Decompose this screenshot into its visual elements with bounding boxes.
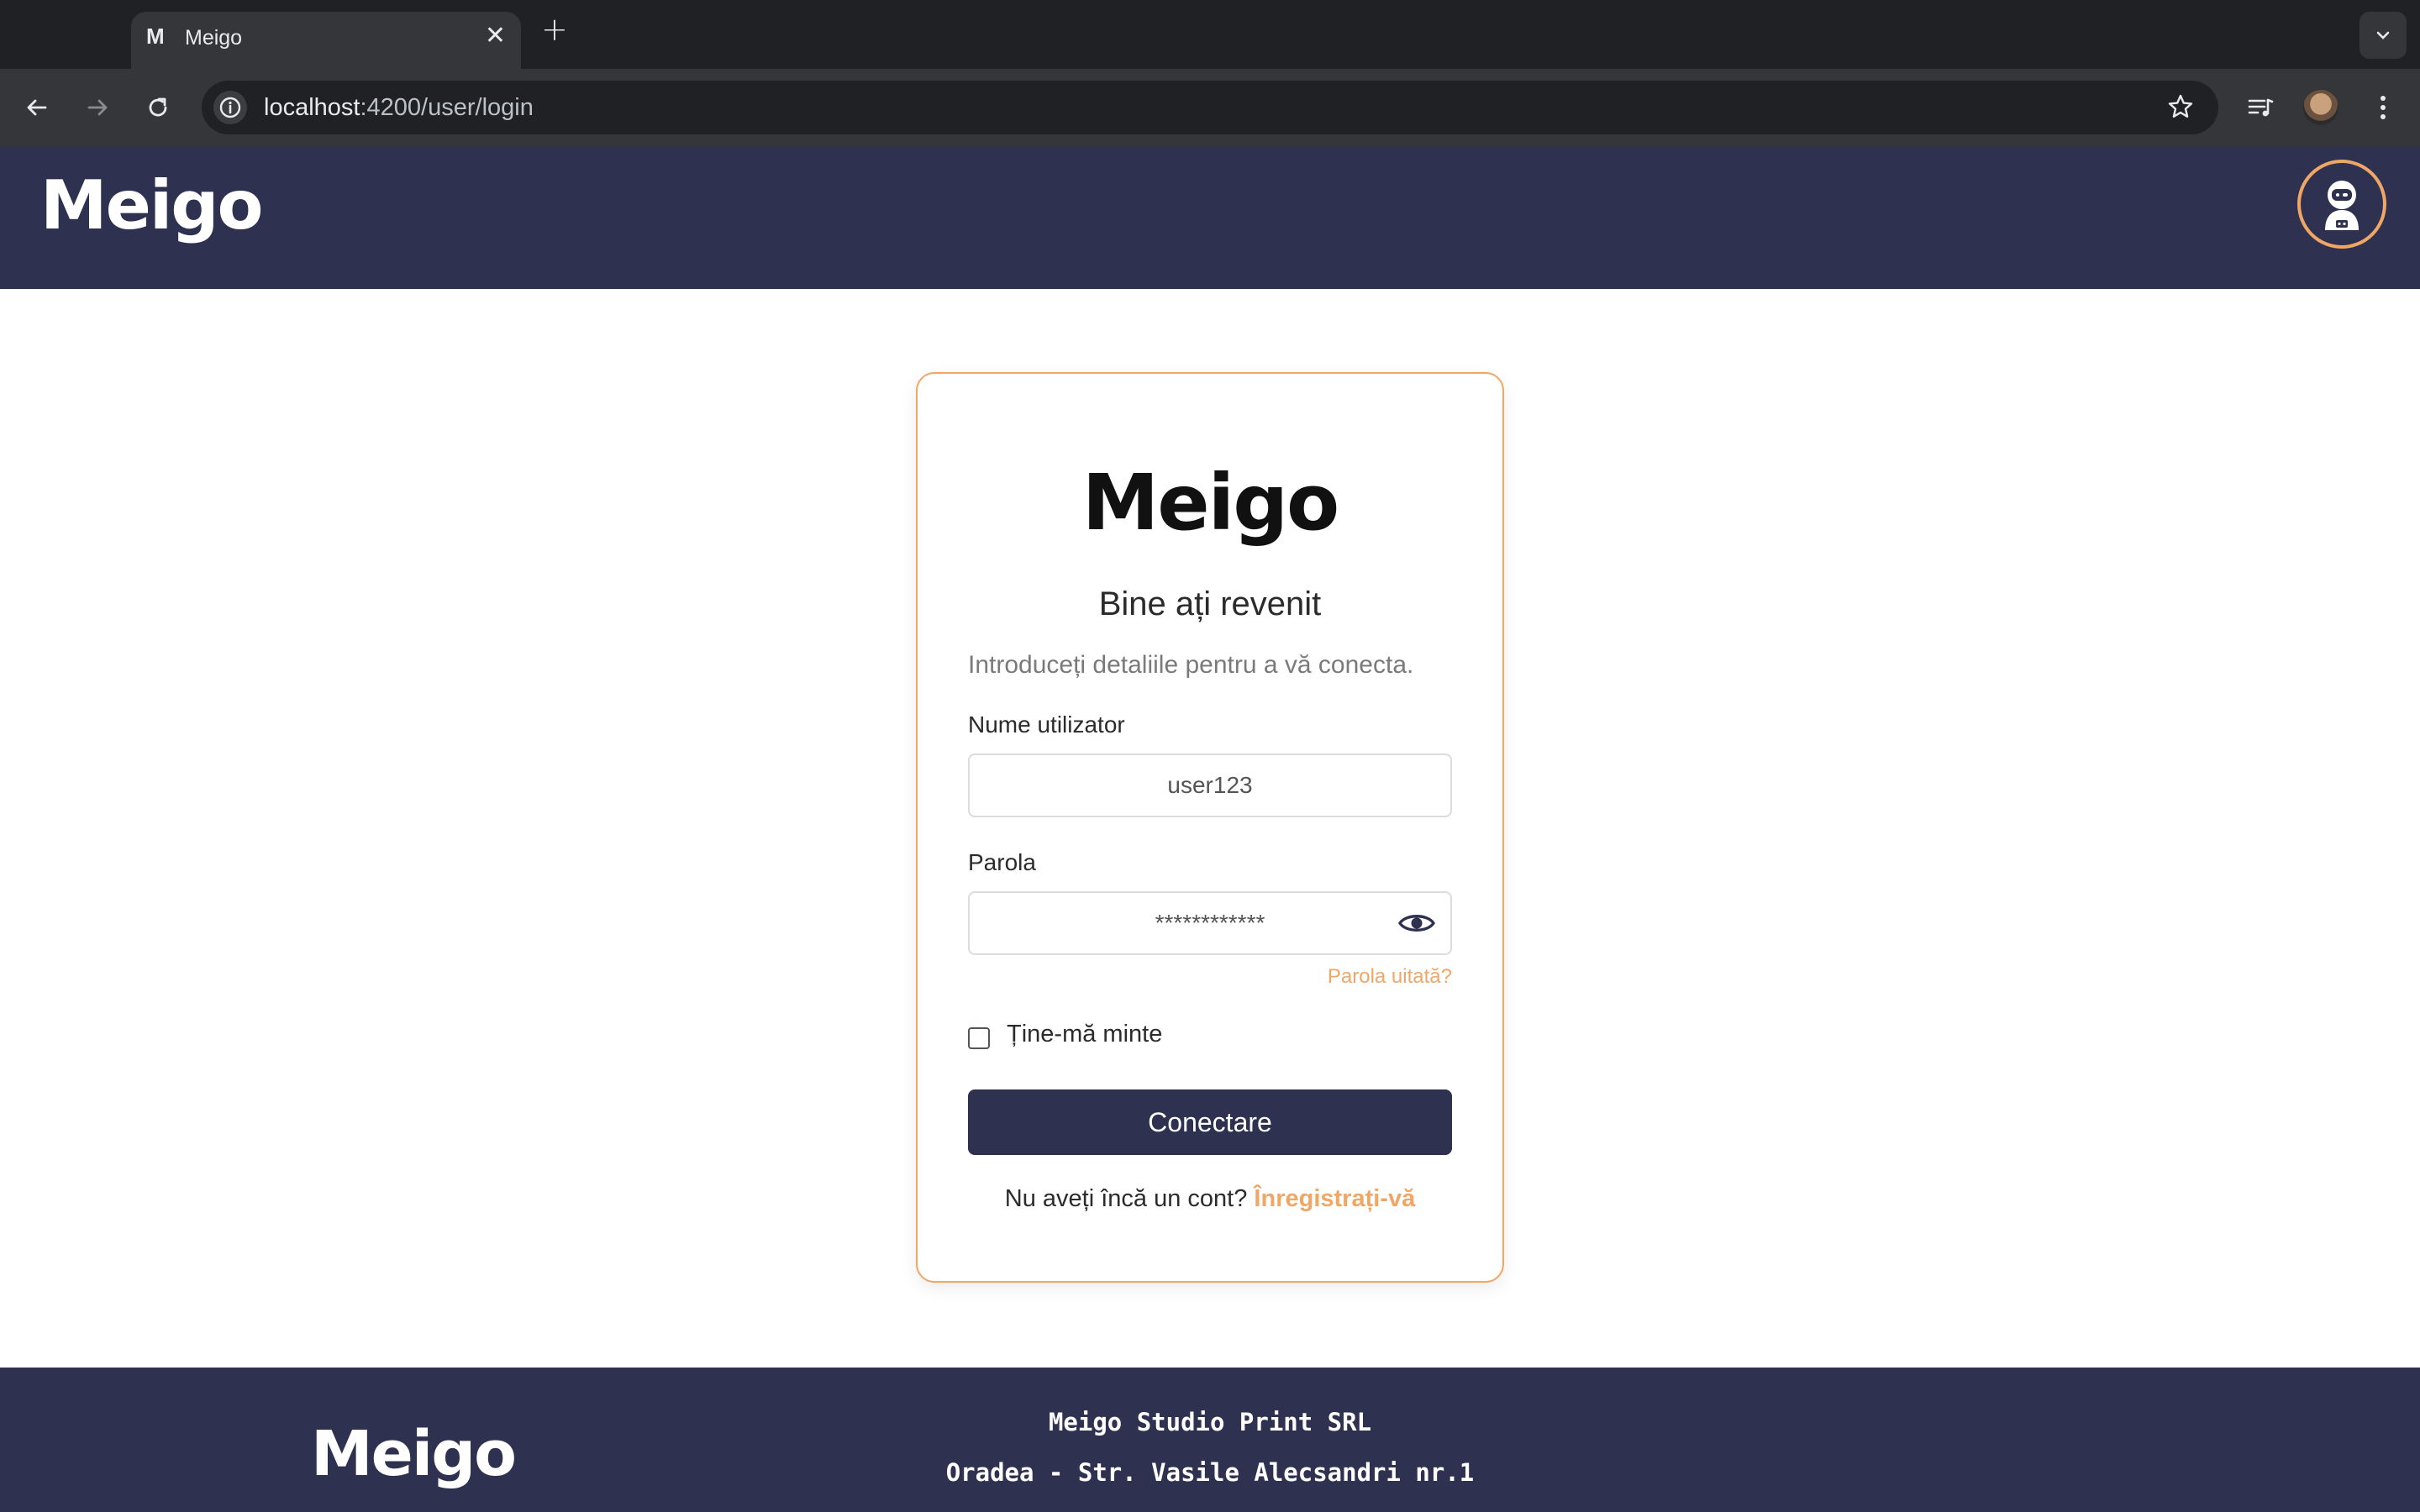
site-footer: Meigo Meigo Studio Print SRL Oradea - St… xyxy=(0,1368,2420,1512)
tab-favicon-icon: M xyxy=(146,24,165,49)
address-bar[interactable]: localhost:4200/user/login xyxy=(202,81,2218,134)
browser-tab-strip: M Meigo ✕ + xyxy=(0,0,2420,69)
browser-tab[interactable]: M Meigo ✕ xyxy=(131,12,521,69)
forward-button[interactable] xyxy=(77,87,118,128)
tab-close-icon[interactable]: ✕ xyxy=(485,24,506,49)
star-icon xyxy=(2168,94,2193,118)
url-text: localhost:4200/user/login xyxy=(264,94,534,122)
card-logo: Meigo xyxy=(1081,458,1340,548)
login-card: Meigo Bine ați revenit Introduceți detal… xyxy=(916,372,1504,1283)
browser-toolbar: localhost:4200/user/login xyxy=(0,69,2420,146)
profile-button[interactable] xyxy=(2301,87,2341,128)
tab-title: Meigo xyxy=(185,26,243,50)
forgot-password-link[interactable]: Parola uitată? xyxy=(1328,965,1452,989)
remember-me-checkbox[interactable] xyxy=(968,1027,990,1049)
toggle-password-button[interactable] xyxy=(1397,908,1437,938)
info-icon xyxy=(219,97,241,118)
signup-prompt: Nu aveți încă un cont? Înregistrați-vă xyxy=(918,1185,1502,1213)
astronaut-avatar-icon xyxy=(2325,181,2359,230)
url-host: localhost xyxy=(264,94,360,121)
reload-button[interactable] xyxy=(138,87,178,128)
media-control-button[interactable] xyxy=(2240,87,2281,128)
remember-me-label[interactable]: Ține-mă minte xyxy=(1007,1021,1162,1048)
tab-search-button[interactable] xyxy=(2360,12,2407,59)
password-label: Parola xyxy=(968,849,1036,875)
url-path: :4200/user/login xyxy=(360,94,534,121)
password-value: ************ xyxy=(1155,910,1265,936)
header-logo[interactable]: Meigo xyxy=(40,166,264,244)
chevron-down-icon xyxy=(2376,31,2390,39)
browser-menu-button[interactable] xyxy=(2363,87,2403,128)
eye-icon xyxy=(1397,915,1436,932)
bookmark-button[interactable] xyxy=(2166,92,2195,125)
kebab-menu-icon xyxy=(2381,96,2386,119)
reload-icon xyxy=(149,97,167,117)
footer-address: Oradea - Str. Vasile Alecsandri nr.1 xyxy=(945,1458,1475,1487)
user-menu-button[interactable] xyxy=(2297,160,2386,249)
profile-avatar xyxy=(2303,90,2338,125)
login-button[interactable]: Conectare xyxy=(968,1089,1452,1155)
back-button[interactable] xyxy=(17,87,57,128)
footer-company: Meigo Studio Print SRL xyxy=(1048,1408,1372,1436)
arrow-right-icon xyxy=(87,99,108,116)
site-header: Meigo xyxy=(0,146,2420,289)
arrow-left-icon xyxy=(27,99,47,116)
login-subtitle: Introduceți detaliile pentru a vă conect… xyxy=(968,651,1414,679)
media-control-icon xyxy=(2248,98,2274,117)
new-tab-button[interactable]: + xyxy=(541,13,568,45)
password-input[interactable]: ************ xyxy=(968,891,1452,955)
login-title: Bine ați revenit xyxy=(1098,585,1322,622)
site-info-button[interactable] xyxy=(213,91,247,124)
signup-prompt-text: Nu aveți încă un cont? xyxy=(1004,1185,1248,1212)
register-link[interactable]: Înregistrați-vă xyxy=(1254,1185,1415,1212)
username-input[interactable]: user123 xyxy=(968,753,1452,817)
username-label: Nume utilizator xyxy=(968,711,1125,738)
